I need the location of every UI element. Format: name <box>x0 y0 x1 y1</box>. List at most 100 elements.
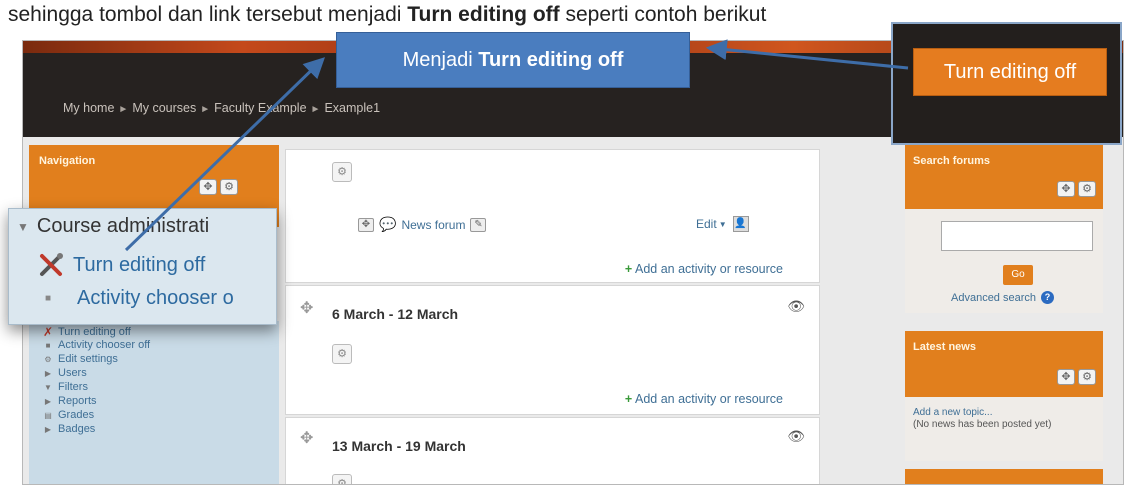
zoomed-admin-callout: ▼ Course administrati Turn editing off ■… <box>8 208 277 325</box>
admin-item-label: Edit settings <box>58 353 118 365</box>
move-section-icon[interactable]: ✥ <box>300 298 313 318</box>
course-admin-list: ✗ Turn editing off ■ Activity chooser of… <box>29 321 279 484</box>
block-controls: ✥ ⚙ <box>1057 369 1096 385</box>
admin-item-edit-settings[interactable]: ⚙ Edit settings <box>43 353 118 365</box>
move-block-icon[interactable]: ✥ <box>199 179 217 195</box>
triangle-right-icon: ▶ <box>44 368 52 378</box>
course-administration-label: Course administrati <box>36 215 210 237</box>
breadcrumb: My home ► My courses ► Faculty Example ► Examp… <box>63 101 380 115</box>
advanced-search-link[interactable]: Advanced search ? <box>951 291 1054 304</box>
admin-item-badges[interactable]: ▶ Badges <box>43 423 95 435</box>
breadcrumb-faculty[interactable]: Faculty Example <box>214 101 306 115</box>
course-section-general: ⚙ ✥ 💬 News forum ✎ Edit ▼ 👤 + Add an act… <box>285 149 820 283</box>
go-button[interactable]: Go <box>1003 265 1033 285</box>
news-forum-label[interactable]: News forum <box>401 218 465 232</box>
admin-item-filters[interactable]: ▼ Filters <box>43 381 88 393</box>
admin-item-grades[interactable]: ▤ Grades <box>43 409 94 421</box>
admin-item-turn-editing-off[interactable]: ✗ Turn editing off <box>43 325 131 339</box>
activity-chooser-link[interactable]: ■ Activity chooser o <box>45 287 234 310</box>
menjadi-callout: Menjadi Turn editing off <box>336 32 690 88</box>
upcoming-events-header <box>905 469 1103 484</box>
caption-before: sehingga tombol dan link tersebut menjad… <box>8 3 408 26</box>
admin-item-activity-chooser[interactable]: ■ Activity chooser off <box>43 339 151 351</box>
latest-news-body: Add a new topic... (No news has been pos… <box>905 397 1103 461</box>
news-forum-activity[interactable]: ✥ 💬 News forum ✎ <box>358 216 487 233</box>
caret-down-icon: ▼ <box>718 219 727 229</box>
gear-icon: ⚙ <box>44 354 52 364</box>
search-forums-title: Search forums <box>913 155 991 167</box>
admin-item-label: Turn editing off <box>58 326 131 338</box>
no-news-text: (No news has been posted yet) <box>913 419 1052 430</box>
course-section-week1: ✥ 6 March - 12 March 👁 ⚙ + Add an activi… <box>285 285 820 415</box>
edit-title-icon[interactable]: ✎ <box>470 217 487 232</box>
triangle-right-icon: ▶ <box>44 424 52 434</box>
edit-menu-label[interactable]: Edit <box>696 217 717 231</box>
filter-icon: ▼ <box>44 382 52 392</box>
callout-prefix: Menjadi <box>402 48 473 71</box>
breadcrumb-separator: ► <box>200 104 211 115</box>
grades-icon: ▤ <box>44 410 52 420</box>
wrench-screwdriver-icon: ✗ <box>43 325 54 339</box>
admin-item-reports[interactable]: ▶ Reports <box>43 395 97 407</box>
admin-item-users[interactable]: ▶ Users <box>43 367 87 379</box>
section-summary-icon[interactable]: ⚙ <box>332 474 352 484</box>
course-administration-row[interactable]: ▼ Course administrati <box>17 215 209 238</box>
breadcrumb-my-home[interactable]: My home <box>63 101 114 115</box>
search-forums-block: Search forums ✥ ⚙ Go Advanced search ? <box>905 145 1103 313</box>
move-section-icon[interactable]: ✥ <box>300 428 313 448</box>
add-new-topic-link[interactable]: Add a new topic... <box>913 407 993 418</box>
assign-roles-icon[interactable]: 👤 <box>732 216 749 232</box>
callout-bold: Turn editing off <box>478 48 624 71</box>
move-icon[interactable]: ✥ <box>358 217 374 232</box>
activity-chooser-label: Activity chooser o <box>77 287 234 309</box>
bullet-icon: ■ <box>45 340 51 350</box>
search-forums-body: Go Advanced search ? <box>905 209 1103 313</box>
move-block-icon[interactable]: ✥ <box>1057 369 1075 385</box>
advanced-search-label: Advanced search <box>951 291 1036 304</box>
move-block-icon[interactable]: ✥ <box>1057 181 1075 197</box>
add-activity-label: Add an activity or resource <box>635 262 783 276</box>
help-icon[interactable]: ? <box>1041 291 1054 304</box>
turn-editing-off-link[interactable]: Turn editing off <box>39 253 205 277</box>
zoomed-button-callout: Turn editing off <box>891 22 1122 145</box>
admin-item-label: Users <box>58 367 87 379</box>
admin-item-label: Filters <box>58 381 88 393</box>
forum-icon: 💬 <box>379 216 397 232</box>
admin-item-label: Grades <box>58 409 95 421</box>
search-forums-input[interactable] <box>941 221 1093 251</box>
caption-bold: Turn editing off <box>407 3 560 26</box>
search-forums-header: Search forums ✥ ⚙ <box>905 145 1103 209</box>
latest-news-header: Latest news ✥ ⚙ <box>905 331 1103 397</box>
section-summary-icon[interactable]: ⚙ <box>332 162 352 182</box>
add-activity-link[interactable]: + Add an activity or resource <box>625 262 783 276</box>
breadcrumb-my-courses[interactable]: My courses <box>132 101 196 115</box>
triangle-right-icon: ▶ <box>44 396 52 406</box>
wrench-screwdriver-icon <box>40 253 63 276</box>
bullet-icon: ■ <box>45 293 52 304</box>
plus-icon: + <box>624 392 633 406</box>
course-section-week2: ✥ 13 March - 19 March 👁 ⚙ <box>285 417 820 484</box>
turn-editing-off-label: Turn editing off <box>73 253 206 276</box>
eye-icon[interactable]: 👁 <box>787 428 805 445</box>
add-activity-label: Add an activity or resource <box>635 392 783 406</box>
section-title: 6 March - 12 March <box>332 306 459 322</box>
section-summary-icon[interactable]: ⚙ <box>332 344 352 364</box>
turn-editing-off-button[interactable]: Turn editing off <box>913 48 1107 96</box>
eye-icon[interactable]: 👁 <box>787 298 805 315</box>
caption-after: seperti contoh berikut <box>559 3 767 26</box>
gear-menu-icon[interactable]: ⚙ <box>1078 369 1096 385</box>
latest-news-block: Latest news ✥ ⚙ Add a new topic... (No n… <box>905 331 1103 484</box>
gear-menu-icon[interactable]: ⚙ <box>220 179 238 195</box>
admin-item-label: Activity chooser off <box>58 339 151 351</box>
breadcrumb-course[interactable]: Example1 <box>324 101 380 115</box>
latest-news-title: Latest news <box>913 341 976 353</box>
breadcrumb-separator: ► <box>118 104 129 115</box>
block-controls: ✥ ⚙ <box>1057 181 1096 197</box>
breadcrumb-separator: ► <box>310 104 321 115</box>
add-activity-link[interactable]: + Add an activity or resource <box>625 392 783 406</box>
gear-menu-icon[interactable]: ⚙ <box>1078 181 1096 197</box>
section-title: 13 March - 19 March <box>332 438 466 454</box>
expand-caret-icon: ▼ <box>17 219 29 234</box>
admin-item-label: Badges <box>58 423 96 435</box>
edit-menu[interactable]: Edit ▼ 👤 <box>696 216 749 232</box>
